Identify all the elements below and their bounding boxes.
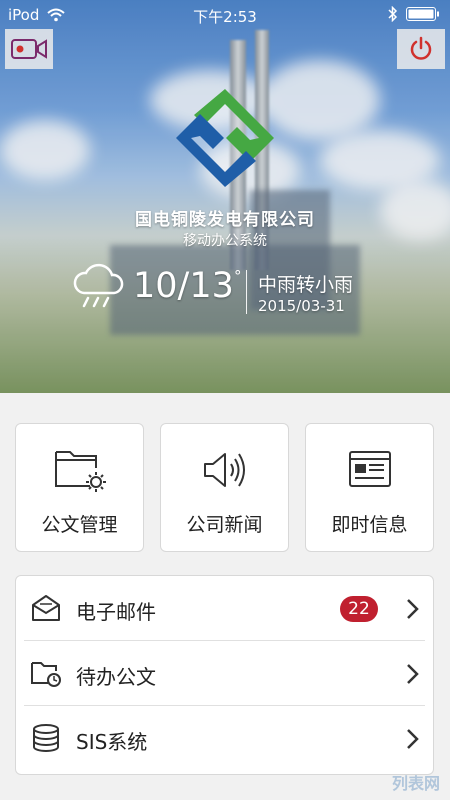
company-name: 国电铜陵发电有限公司 [135,210,315,230]
weather-description: 中雨转小雨 [258,274,354,296]
cloud-rain-icon [73,263,124,308]
battery-icon [406,7,439,21]
video-record-button[interactable] [5,29,53,69]
folder-gear-icon [55,451,106,492]
power-button[interactable] [397,29,445,69]
weather-divider [246,270,247,314]
status-bar: iPod 下午2:53 [0,0,450,30]
speaker-icon [204,453,245,487]
company-logo [176,89,274,187]
unread-count-badge: 22 [340,596,378,622]
tile-label: 公文管理 [41,514,118,536]
tile-label: 公司新闻 [186,514,263,536]
menu-item-label: 电子邮件 [76,600,156,624]
tile-instant-message[interactable]: 即时信息 [305,423,434,552]
mail-icon [32,595,60,621]
tile-company-news[interactable]: 公司新闻 [160,423,289,552]
menu-item-pending-docs[interactable]: 待办公文 [16,641,433,705]
hero-banner [0,0,450,393]
chevron-right-icon [407,729,419,749]
tile-document-management[interactable]: 公文管理 [15,423,144,552]
database-icon [33,724,59,752]
power-icon [410,36,432,60]
system-subtitle: 移动办公系统 [183,233,267,249]
watermark: 列表网 [391,774,440,793]
menu-item-label: SIS系统 [76,730,148,754]
folder-clock-icon [31,662,61,687]
menu-list: 电子邮件 22 待办公文 SIS系统 [15,575,434,775]
menu-item-email[interactable]: 电子邮件 22 [16,576,433,640]
bluetooth-icon [388,6,398,22]
chevron-right-icon [407,599,419,619]
temperature: 10/13 [133,266,234,306]
degree-symbol: ° [234,267,242,285]
chevron-right-icon [407,664,419,684]
tile-label: 即时信息 [331,514,408,536]
weather-date: 2015/03-31 [258,297,345,315]
clock: 下午2:53 [193,8,257,26]
menu-item-sis-system[interactable]: SIS系统 [16,706,433,770]
video-camera-icon [11,39,47,59]
menu-item-label: 待办公文 [76,665,156,689]
message-window-icon [349,451,391,487]
